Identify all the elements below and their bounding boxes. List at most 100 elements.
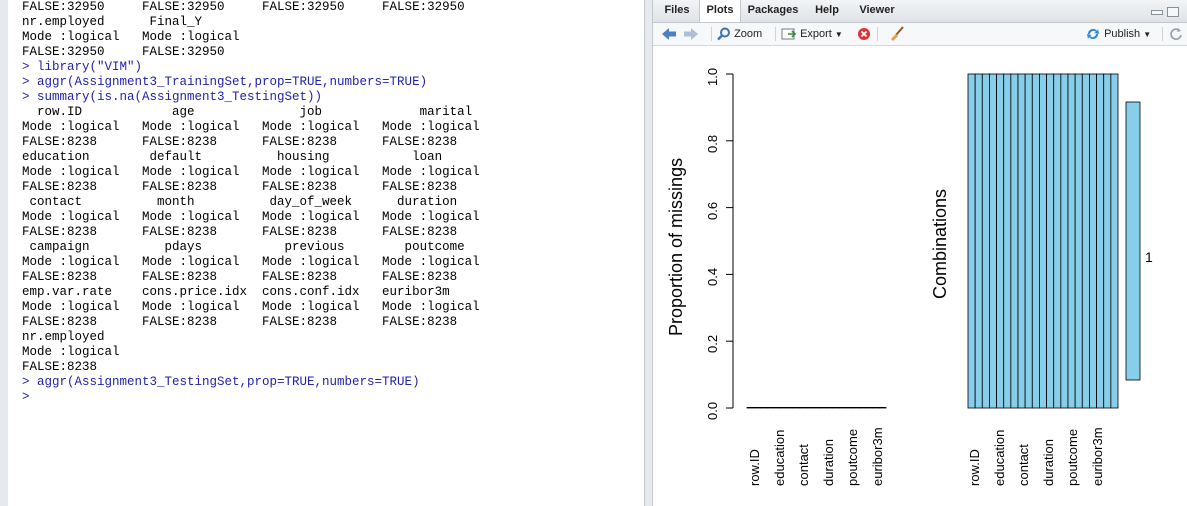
combination-cell (1003, 73, 1012, 409)
combination-cell (1024, 73, 1033, 409)
y-tick-label: 0.6 (705, 201, 720, 220)
combination-cell (1046, 73, 1055, 409)
toolbar-separator (1162, 27, 1163, 41)
tab-help[interactable]: Help (805, 0, 849, 21)
console-output-line: FALSE:8238 FALSE:8238 FALSE:8238 FALSE:8… (22, 225, 458, 239)
console-output-line: Mode :logical Mode :logical Mode :logica… (22, 120, 480, 134)
missing-bar (865, 406, 874, 409)
export-button[interactable]: Export ▼ (781, 23, 843, 45)
zoom-button[interactable]: Zoom (717, 23, 762, 45)
missing-bar (839, 406, 847, 409)
publish-button[interactable]: Publish ▼ (1085, 23, 1151, 45)
export-icon (781, 28, 797, 40)
console-output-line: FALSE:8238 FALSE:8238 FALSE:8238 FALSE:8… (22, 135, 458, 149)
console-output-line: Mode :logical Mode :logical Mode :logica… (22, 210, 480, 224)
console-output-line: row.ID age job marital (22, 105, 473, 119)
console-output-line: FALSE:8238 FALSE:8238 FALSE:8238 FALSE:8… (22, 180, 458, 194)
missing-bar (878, 406, 887, 409)
missing-bar (773, 406, 781, 409)
chevron-down-icon: ▼ (834, 30, 843, 39)
broom-icon (891, 26, 904, 42)
missing-bar (845, 406, 854, 409)
back-arrow-icon[interactable] (661, 23, 677, 45)
combination-cell (989, 73, 997, 409)
minimize-pane-icon[interactable] (1151, 10, 1163, 15)
refresh-button[interactable] (1169, 23, 1183, 45)
zoom-label: Zoom (734, 28, 763, 40)
y-tick-label: 0.4 (705, 268, 720, 287)
console-output-line: Mode :logical Mode :logical Mode :logica… (22, 300, 480, 314)
tab-files[interactable]: Files (655, 0, 699, 21)
combination-cell (1067, 73, 1076, 409)
missing-bar (786, 406, 794, 409)
x-tick-label: duration (820, 439, 836, 486)
maximize-pane-icon[interactable] (1167, 7, 1179, 17)
console-output-line: FALSE:32950 FALSE:32950 FALSE:32950 FALS… (22, 0, 465, 14)
publish-label: Publish (1104, 28, 1141, 40)
combination-cell (1096, 73, 1105, 409)
missing-bar (746, 406, 755, 409)
ylabel-combinations: Combinations (930, 188, 950, 299)
x-tick-label: poutcome (845, 428, 860, 486)
y-tick-label: 0.0 (705, 401, 720, 420)
console-command-line: > aggr(Assignment3_TrainingSet,prop=TRUE… (22, 75, 428, 89)
console-output-line: FALSE:8238 (22, 360, 98, 374)
combination-cell (1103, 73, 1112, 409)
missing-bar (759, 406, 768, 409)
missing-bar (779, 406, 788, 409)
toolbar-separator (877, 27, 878, 41)
console-output-line: FALSE:8238 FALSE:8238 FALSE:8238 FALSE:8… (22, 270, 458, 284)
forward-arrow-icon[interactable] (683, 23, 699, 45)
remove-plot-icon (858, 28, 870, 41)
export-label: Export (800, 28, 832, 40)
x-tick-label: contact (1016, 444, 1031, 486)
combination-cell (1010, 73, 1019, 409)
clear-plots-button[interactable] (889, 23, 905, 45)
missing-bar (872, 406, 880, 409)
tab-viewer[interactable]: Viewer (849, 0, 905, 21)
missing-bar (766, 406, 774, 409)
console-command-line: > summary(is.na(Assignment3_TestingSet)) (22, 90, 323, 104)
console-pane[interactable]: FALSE:32950 FALSE:32950 FALSE:32950 FALS… (8, 0, 645, 506)
combination-cell (967, 73, 976, 409)
plot-area: Proportion of missings Combinations 1 0.… (653, 46, 1187, 506)
missing-bar (812, 406, 821, 409)
console-output-line: FALSE:32950 FALSE:32950 (22, 45, 225, 59)
tab-plots[interactable]: Plots (699, 0, 741, 22)
combination-cell (1039, 73, 1047, 409)
plots-toolbar: Zoom Export ▼ Publish ▼ (653, 23, 1187, 46)
missing-bar (806, 406, 814, 409)
console-output-line: Mode :logical Mode :logical Mode :logica… (22, 165, 480, 179)
refresh-icon (1170, 28, 1182, 41)
missing-bar (819, 406, 827, 409)
combination-proportion-bar (1125, 101, 1141, 381)
combination-cell (981, 73, 990, 409)
console-output-line: Mode :logical Mode :logical (22, 30, 240, 44)
missing-bar (799, 406, 807, 409)
missing-bar (859, 406, 867, 409)
y-tick-label: 1.0 (705, 67, 720, 86)
combination-cell (1074, 73, 1083, 409)
console-output-line: emp.var.rate cons.price.idx cons.conf.id… (22, 285, 450, 299)
y-tick-label: 0.8 (705, 134, 720, 153)
x-tick-label: euribor3m (1089, 427, 1105, 486)
console-output-line: contact month day_of_week duration (22, 195, 458, 209)
missing-bar (826, 406, 834, 409)
combination-cell (1017, 73, 1026, 409)
pane-tabbar: Files Plots Packages Help Viewer (653, 0, 1187, 23)
ylabel-proportion: Proportion of missings (666, 157, 686, 336)
console-command-line: > library("VIM") (22, 60, 143, 74)
remove-plot-button[interactable] (857, 23, 871, 45)
x-tick-label: poutcome (1065, 428, 1080, 486)
toolbar-separator (711, 27, 712, 41)
combination-count-label: 1 (1145, 249, 1153, 265)
missing-bar (832, 406, 841, 409)
toolbar-separator (775, 27, 776, 41)
publish-icon (1087, 29, 1099, 40)
combination-cell (1089, 73, 1097, 409)
console-command-line: > aggr(Assignment3_TestingSet,prop=TRUE,… (22, 375, 420, 389)
tab-packages[interactable]: Packages (741, 0, 805, 21)
x-tick-label: education (991, 429, 1007, 486)
combination-cell (1053, 73, 1062, 409)
x-tick-label: row.ID (967, 449, 982, 486)
